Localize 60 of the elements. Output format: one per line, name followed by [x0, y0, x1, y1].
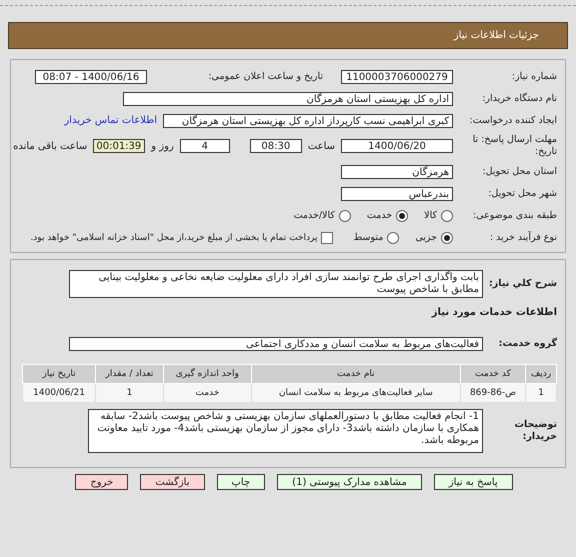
field-label: نام دستگاه خریدار:	[481, 92, 557, 104]
table-cell: 1	[96, 384, 164, 402]
deadline-date-field[interactable]: 1400/06/20	[341, 139, 453, 153]
city-field[interactable]: بندرعباس	[341, 186, 453, 200]
action-button[interactable]: خروج	[75, 474, 128, 490]
radio-option[interactable]: کالا/خدمت	[294, 210, 351, 222]
field-label: شرح کلي نياز:	[489, 278, 557, 290]
field-label: ساعت باقی مانده	[13, 140, 88, 152]
column-header: کد خدمت	[460, 364, 526, 384]
action-button[interactable]: چاپ	[216, 474, 266, 490]
field-label: طبقه بندی موضوعی:	[472, 210, 557, 222]
need-number-field[interactable]: 1100003706000279	[341, 70, 453, 84]
radio-option[interactable]: کالا	[424, 210, 453, 222]
field-label: تاریخ و ساعت اعلان عمومی:	[207, 70, 323, 82]
field-label: گروه خدمت:	[498, 338, 557, 350]
radio-button[interactable]	[387, 232, 400, 244]
column-header: نام خدمت	[251, 364, 460, 384]
field-label: نوع فرآیند خرید :	[488, 232, 557, 244]
field-label: مهلت ارسال پاسخ: تا تاریخ:	[472, 134, 557, 158]
field-label: ایجاد کننده درخواست:	[468, 114, 557, 126]
notes-field[interactable]: 1- انجام فعالیت مطابق با دستورالعملهای سازمان بهزیستی و شاخص پیوست باشد2- سابقه همکاری با سازمان داشته باشد3- دارای مجوز از سازمان بهزیستی باشد4- مورد تایید معاونت مربوطه باشد.	[88, 409, 483, 453]
remaining-time-field: 00:01:39	[93, 139, 146, 153]
days-field[interactable]: 4	[180, 139, 230, 153]
buyer-field[interactable]: اداره کل بهزیستی استان هرمزگان	[123, 92, 453, 106]
announce-date-field[interactable]: 1400/06/16 - 08:07	[35, 70, 147, 84]
table-cell: 1400/06/21	[22, 384, 96, 402]
table-cell: خدمت	[163, 384, 252, 402]
summary-field[interactable]: بابت واگذاری اجرای طرح توانمند سازی افراد دارای معلولیت ضایعه نخاعی و معلولیت بینایی مطابق با شاخص پیوست	[69, 270, 483, 298]
radio-button[interactable]	[441, 210, 453, 222]
field-label: شهر محل تحویل:	[487, 188, 557, 200]
radio-option[interactable]: جزیی	[415, 232, 453, 244]
field-label: توضیحات خریدار:	[513, 419, 557, 443]
radio-button[interactable]	[441, 232, 453, 244]
action-button[interactable]: مشاهده مدارک پیوستی (1)	[277, 474, 422, 490]
checkbox[interactable]	[321, 232, 334, 244]
column-header: تعداد / مقدار	[96, 364, 164, 384]
radio-option[interactable]: خدمت	[366, 210, 408, 222]
province-field[interactable]: هرمزگان	[341, 164, 453, 178]
deadline-time-field[interactable]: 08:30	[250, 139, 302, 153]
creator-field[interactable]: کبری ابراهیمی نسب کارپرداز اداره کل بهزیستی استان هرمزگان	[163, 114, 453, 128]
radio-option[interactable]: متوسط	[353, 232, 400, 244]
section-heading: اطلاعات خدمات مورد نیاز	[432, 307, 557, 318]
radio-button[interactable]	[338, 210, 351, 222]
page-header: جزئیات اطلاعات نیاز	[8, 22, 568, 49]
table-cell: ص-86-869	[460, 384, 526, 402]
field-label: روز و	[151, 140, 174, 152]
column-header: تاریخ نیاز	[22, 364, 96, 384]
column-header: ردیف	[526, 364, 556, 384]
field-label: شماره نیاز:	[510, 70, 557, 82]
payment-option[interactable]: پرداخت تمام یا بخشی از مبلغ خرید،از محل "اسناد خزانه اسلامی" خواهد بود.	[30, 232, 334, 244]
radio-button[interactable]	[396, 210, 408, 222]
field-label: ساعت	[308, 140, 335, 152]
table-cell: 1	[526, 384, 556, 402]
contact-link[interactable]: اطلاعات تماس خریدار	[64, 115, 157, 126]
action-button[interactable]: بازگشت	[140, 474, 204, 490]
action-button[interactable]: پاسخ به نیاز	[434, 474, 513, 490]
service-group-field[interactable]: فعالیت‌های مربوط به سلامت انسان و مددکاری اجتماعی	[69, 336, 483, 350]
column-header: واحد اندازه گیری	[163, 364, 252, 384]
table-cell: سایر فعالیت‌های مربوط به سلامت انسان	[251, 384, 460, 402]
field-label: استان محل تحویل:	[481, 166, 557, 178]
